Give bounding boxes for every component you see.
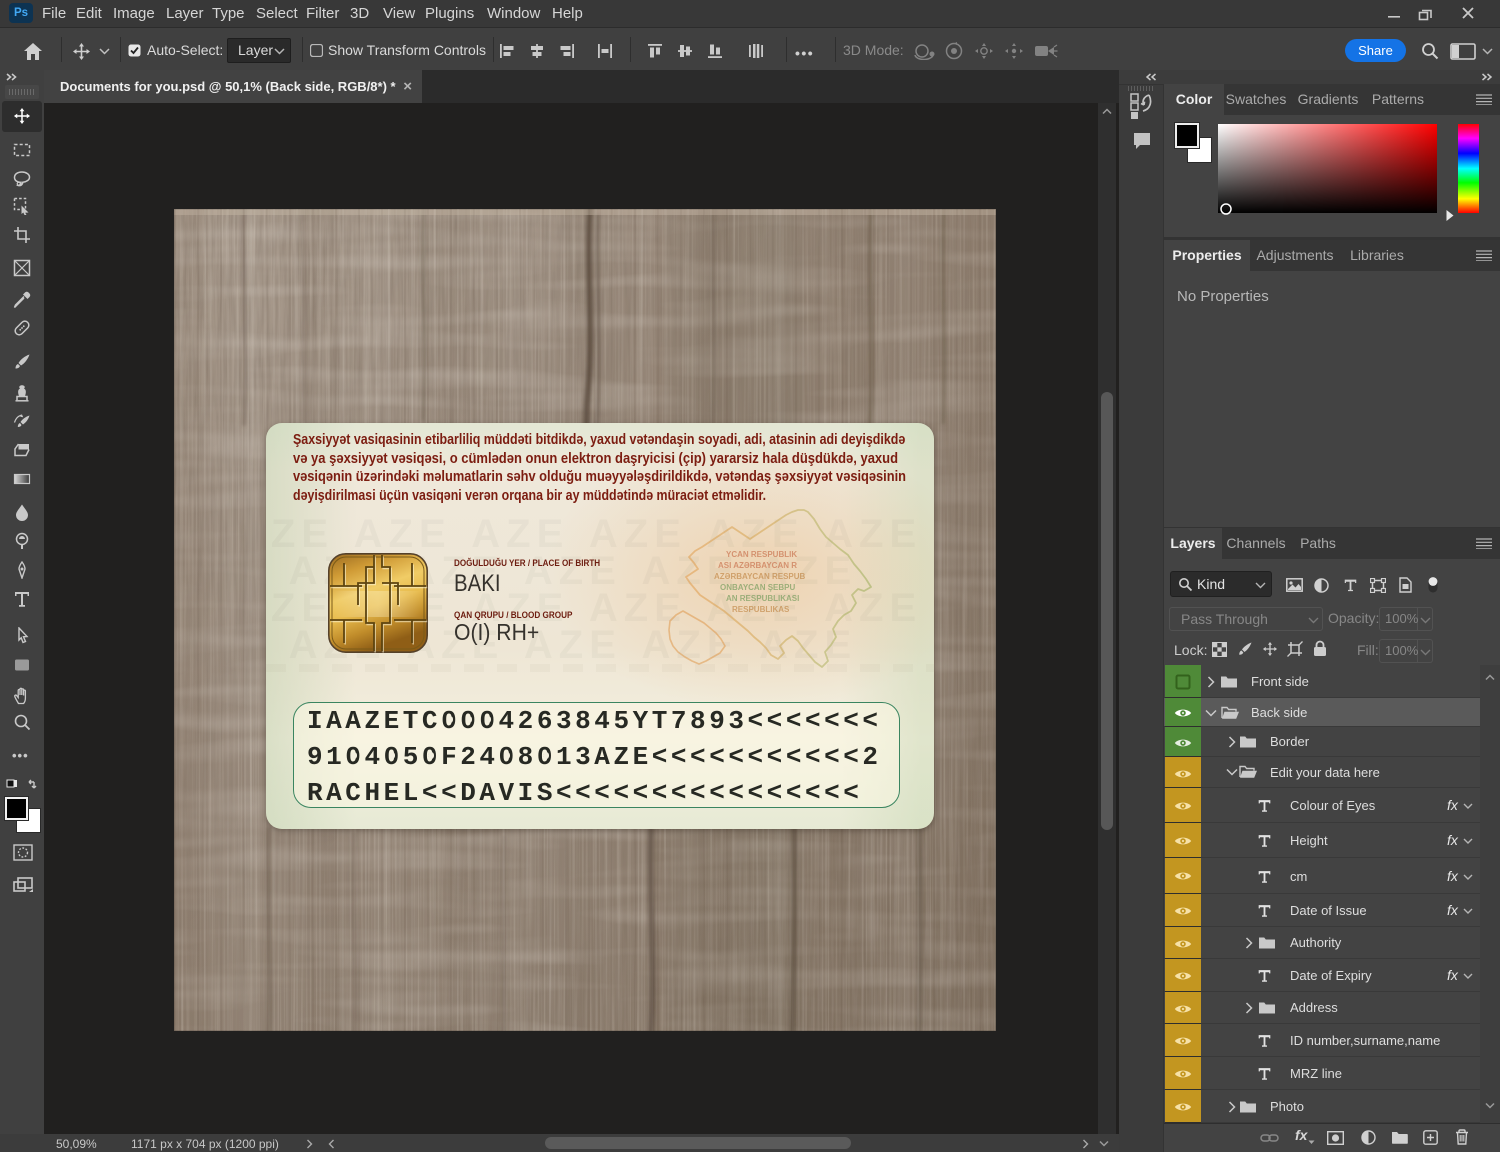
svg-text:RESPUBLIKAS: RESPUBLIKAS: [732, 605, 790, 614]
svg-text:AN RESPUBLIKASI: AN RESPUBLIKASI: [726, 594, 799, 603]
svg-text:ASI AZӘRBAYCAN R: ASI AZӘRBAYCAN R: [718, 561, 797, 570]
svg-text:AZӘRBAYCAN RESPUB: AZӘRBAYCAN RESPUB: [714, 572, 806, 581]
svg-text:ONBAYCAN ŞEBPU: ONBAYCAN ŞEBPU: [720, 583, 795, 592]
svg-text:YCAN RESPUBLIK: YCAN RESPUBLIK: [726, 550, 797, 559]
